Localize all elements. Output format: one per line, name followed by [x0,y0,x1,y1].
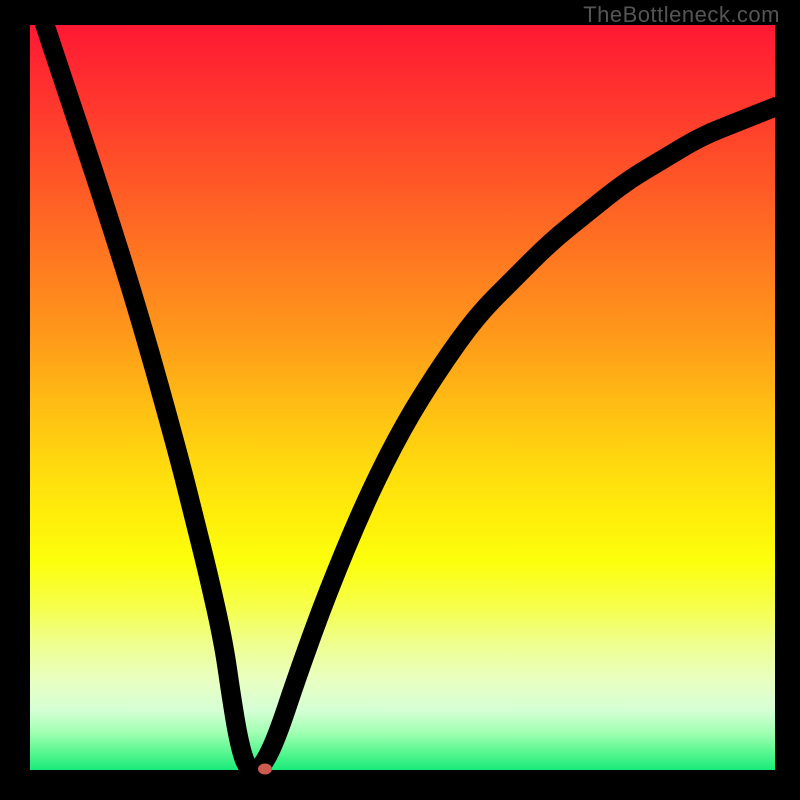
curve-path [45,25,775,769]
minimum-marker [258,763,272,774]
chart-frame: TheBottleneck.com [0,0,800,800]
plot-area [30,25,775,770]
watermark-text: TheBottleneck.com [583,2,780,28]
bottleneck-curve [30,25,775,770]
